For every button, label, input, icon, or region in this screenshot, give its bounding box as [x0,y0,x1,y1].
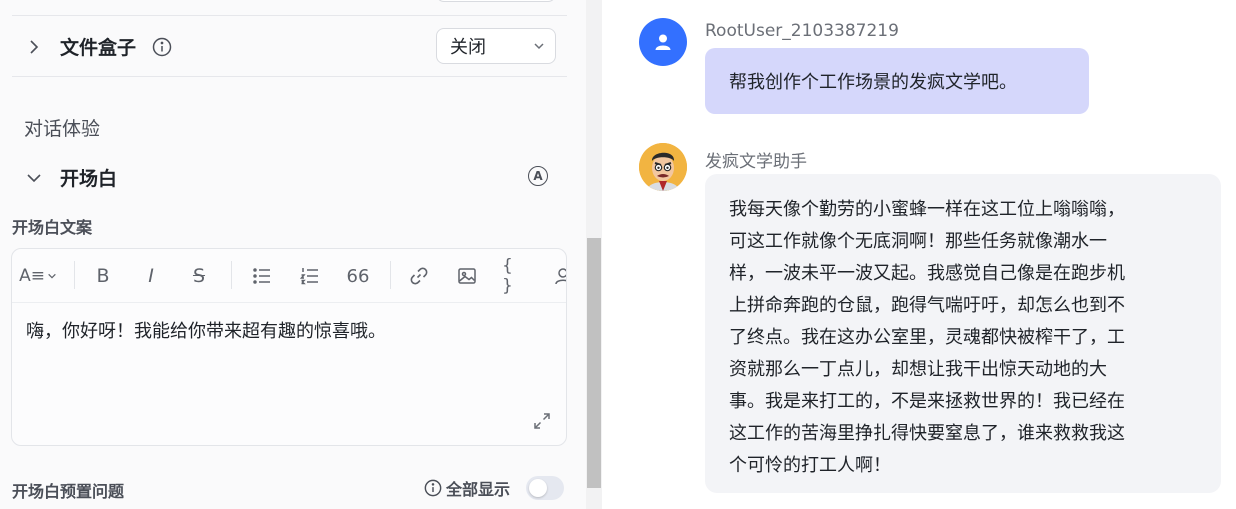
user-icon [655,34,671,50]
bot-message-line: 上拼命奔跑的仓鼠，跑得气喘吁吁，却怎么也到不 [729,295,1125,316]
bot-avatar [639,143,687,191]
bot-message-line: 事。我是来打工的，不是来拯救世界的！我已经在 [729,391,1125,412]
link-button[interactable] [406,263,432,289]
bot-message-line: 样，一波未平一波又起。我感觉自己像是在跑步机 [729,263,1125,284]
user-icon [555,268,566,285]
agent-settings-panel: 文件盒子 关闭 对话体验 开场白 A 开场白文案 A≡ B I S 66 {}… [0,0,586,509]
opening-row[interactable]: 开场白 [24,164,324,191]
image-icon [458,268,476,284]
user-name: RootUser_2103387219 [705,21,899,41]
divider [12,76,567,77]
bot-message-line: 个可怜的打工人啊！ [729,455,891,476]
bot-message-line: 这工作的苦海里挣扎得快要窒息了，谁来救救我这 [729,423,1125,444]
italic-button[interactable]: I [138,263,164,289]
user-message-text: 帮我创作个工作场景的发疯文学吧。 [729,72,1017,93]
quote-icon: 66 [346,265,370,287]
image-button[interactable] [454,263,480,289]
preset-questions-label: 开场白预置问题 [12,482,125,501]
info-icon[interactable] [152,37,172,57]
bold-icon: B [96,265,110,287]
auto-icon[interactable]: A [528,166,548,186]
file-box-select[interactable]: 关闭 [436,28,556,64]
user-avatar [639,18,687,66]
bot-message-bubble: 我每天像个勤劳的小蜜蜂一样在这工位上嗡嗡嗡， 可这工作就像个无底洞啊！那些任务就… [705,174,1221,493]
bot-name: 发疯文学助手 [705,152,807,172]
bullet-list-button[interactable] [249,263,275,289]
font-size-button[interactable]: A≡ [18,263,58,289]
bot-message-line: 资就那么一丁点儿，却想让我干出惊天动地的大 [729,359,1107,380]
show-all-label: 全部显示 [446,480,511,499]
scrollbar-thumb[interactable] [587,238,601,488]
quote-button[interactable]: 66 [345,263,371,289]
group-label: 对话体验 [24,118,101,140]
opening-text-label: 开场白文案 [12,218,93,237]
file-box-title: 文件盒子 [60,37,137,59]
user-message-bubble: 帮我创作个工作场景的发疯文学吧。 [705,48,1089,114]
divider [12,15,567,16]
numbered-list-button[interactable] [297,263,323,289]
strikethrough-icon: S [192,265,206,287]
italic-icon: I [148,265,154,287]
previous-select-stub[interactable] [436,0,556,2]
show-all-toggle[interactable] [526,476,564,500]
file-box-row[interactable]: 文件盒子 [24,33,444,60]
font-size-icon: A≡ [19,266,45,286]
info-icon[interactable] [424,479,442,497]
toolbar-separator [231,261,232,289]
code-icon: { } [502,256,513,296]
toolbar-separator [74,261,75,289]
opening-text-editor[interactable]: A≡ B I S 66 {} 嗨，你好呀！我能给你带来超有趣的惊喜哦。 [11,248,567,446]
toolbar-separator [390,261,391,289]
bold-button[interactable]: B [90,263,116,289]
bot-message-line: 可这工作就像个无底洞啊！那些任务就像潮水一 [729,231,1107,252]
link-icon [410,267,428,285]
editor-toolbar: A≡ B I S 66 {} [12,249,566,303]
bullet-list-icon [253,268,270,284]
file-box-select-value: 关闭 [450,37,486,58]
chevron-down-icon [533,36,545,57]
numbered-list-icon [300,268,318,285]
strikethrough-button[interactable]: S [186,263,212,289]
opening-text-content[interactable]: 嗨，你好呀！我能给你带来超有趣的惊喜哦。 [26,317,386,343]
opening-title: 开场白 [60,168,118,190]
show-all-option: 全部显示 [424,476,510,500]
bot-message-line: 了终点。我在这办公室里，灵魂都快被榨干了，工 [729,327,1125,348]
code-button[interactable]: { } [502,256,528,296]
chevron-down-icon[interactable] [24,168,44,188]
chat-preview-panel: RootUser_2103387219 帮我创作个工作场景的发疯文学吧。 发疯文… [602,0,1236,509]
mention-button[interactable] [550,263,566,289]
expand-icon[interactable] [532,411,552,431]
bot-message-line: 我每天像个勤劳的小蜜蜂一样在这工位上嗡嗡嗡， [729,199,1125,220]
chevron-right-icon[interactable] [24,37,44,57]
